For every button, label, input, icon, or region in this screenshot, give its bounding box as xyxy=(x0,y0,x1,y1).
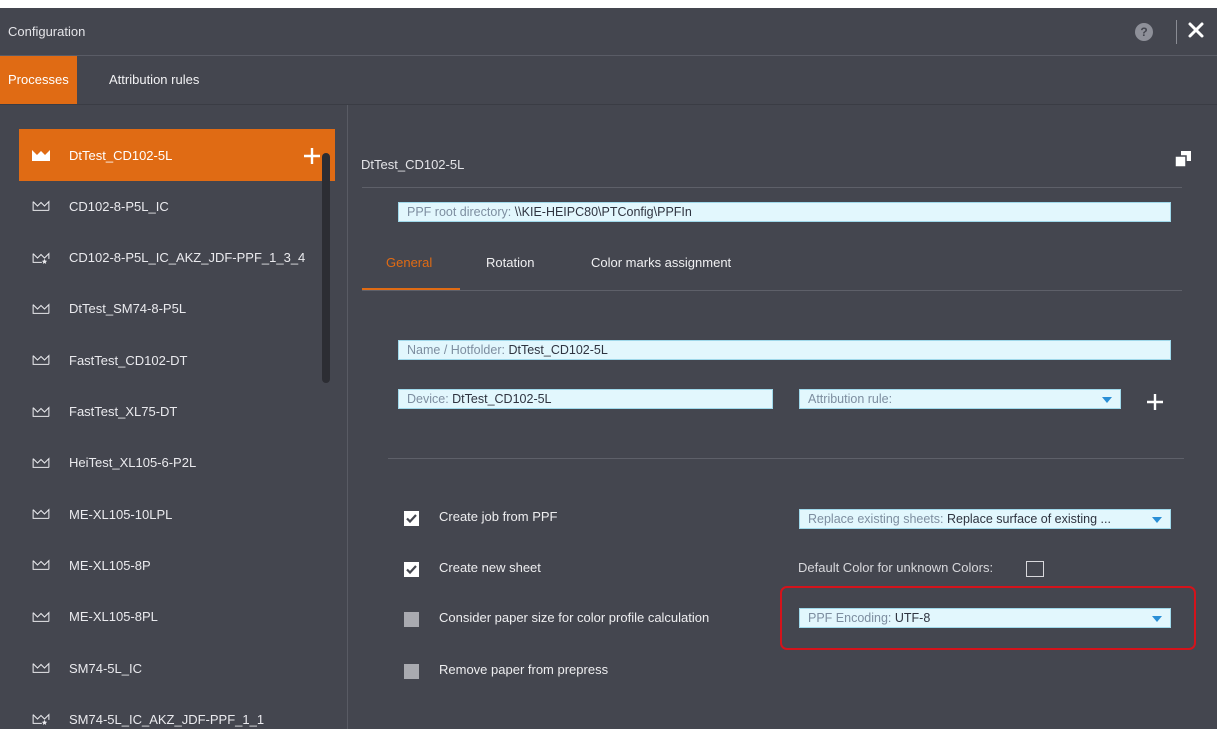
tab-processes[interactable]: Processes xyxy=(0,56,77,104)
replace-existing-sheets-select[interactable]: Replace existing sheets: Replace surface… xyxy=(799,509,1171,529)
process-item[interactable]: DtTest_SM74-8-P5L xyxy=(19,283,335,335)
crown-outline-icon xyxy=(32,303,50,314)
process-label: CD102-8-P5L_IC xyxy=(69,198,169,214)
check-icon xyxy=(406,514,417,524)
default-color-label: Default Color for unknown Colors: xyxy=(798,560,994,575)
add-attribution-rule-icon[interactable] xyxy=(1145,392,1165,412)
tab-color-marks-assignment[interactable]: Color marks assignment xyxy=(591,255,731,279)
tab-attribution-rules[interactable]: Attribution rules xyxy=(101,56,207,104)
process-label: ME-XL105-8P xyxy=(69,557,151,573)
configuration-window: Configuration ? Processes Attribution ru… xyxy=(0,8,1217,729)
process-label: FastTest_XL75-DT xyxy=(69,404,178,419)
process-title: DtTest_CD102-5L xyxy=(361,157,465,172)
process-item-dttest-cd102-5l[interactable]: DtTest_CD102-5L xyxy=(19,129,335,181)
process-item[interactable]: ME-XL105-8P xyxy=(19,539,335,591)
name-hotfolder-field[interactable]: Name / Hotfolder: DtTest_CD102-5L xyxy=(398,340,1171,360)
crown-star-icon xyxy=(32,251,50,264)
process-item[interactable]: CD102-8-P5L_IC xyxy=(19,180,335,232)
process-label: ME-XL105-10LPL xyxy=(69,506,173,522)
crown-outline-icon xyxy=(32,405,50,417)
ppf-root-directory-field[interactable]: PPF root directory: \\KIE-HEIPC80\PTConf… xyxy=(398,202,1171,222)
create-job-from-ppf-checkbox[interactable] xyxy=(404,511,419,526)
process-label: CD102-8-P5L_IC_AKZ_JDF-PPF_1_3_4 xyxy=(69,250,306,266)
crown-outline-icon xyxy=(32,354,50,366)
remove-paper-from-prepress-checkbox[interactable] xyxy=(404,664,419,679)
highlight-box xyxy=(780,586,1196,650)
divider xyxy=(362,187,1182,188)
title-bar: Configuration ? xyxy=(0,8,1217,56)
process-list: DtTest_CD102-5L CD102-8-P5L_IC CD102-8-P5… xyxy=(0,105,348,729)
check-icon xyxy=(406,565,417,575)
crown-star-icon xyxy=(32,713,50,726)
crown-outline-icon xyxy=(32,611,50,622)
process-item[interactable]: ME-XL105-10LPL xyxy=(19,488,335,540)
crown-outline-icon xyxy=(32,662,50,673)
tab-general[interactable]: General xyxy=(386,255,432,279)
chevron-down-icon xyxy=(1102,397,1112,403)
duplicate-icon[interactable] xyxy=(1174,150,1192,168)
tab-divider xyxy=(362,290,1182,291)
process-item[interactable]: SM74-5L_IC_AKZ_JDF-PPF_1_1 xyxy=(19,693,335,745)
process-label: DtTest_SM74-8-P5L xyxy=(69,301,187,317)
process-label: FastTest_CD102-DT xyxy=(69,352,188,368)
device-field[interactable]: Device: DtTest_CD102-5L xyxy=(398,389,773,409)
process-item[interactable]: FastTest_XL75-DT xyxy=(19,386,335,438)
add-process-icon[interactable] xyxy=(302,146,322,166)
top-tab-bar: Processes Attribution rules xyxy=(0,56,1217,105)
crown-outline-icon xyxy=(32,508,50,519)
process-item[interactable]: CD102-8-P5L_IC_AKZ_JDF-PPF_1_3_4 xyxy=(19,232,335,284)
process-item[interactable]: FastTest_CD102-DT xyxy=(19,334,335,386)
remove-paper-from-prepress-label: Remove paper from prepress xyxy=(439,662,609,677)
process-list-scrollbar[interactable] xyxy=(322,153,330,383)
consider-paper-size-checkbox[interactable] xyxy=(404,612,419,627)
process-label: DtTest_CD102-5L xyxy=(69,147,173,163)
process-item[interactable]: ME-XL105-8PL xyxy=(19,591,335,643)
consider-paper-size-label: Consider paper size for color profile ca… xyxy=(439,610,710,625)
process-item[interactable]: SM74-5L_IC xyxy=(19,642,335,694)
process-label: HeiTest_XL105-6-P2L xyxy=(69,455,197,471)
crown-icon xyxy=(32,150,50,161)
create-job-from-ppf-label: Create job from PPF xyxy=(439,509,558,524)
create-new-sheet-checkbox[interactable] xyxy=(404,562,419,577)
help-icon[interactable]: ? xyxy=(1135,23,1153,41)
close-icon[interactable] xyxy=(1185,19,1207,41)
process-detail-panel: DtTest_CD102-5L PPF root directory: \\KI… xyxy=(348,105,1217,729)
attribution-rule-select[interactable]: Attribution rule: xyxy=(799,389,1121,409)
tab-rotation[interactable]: Rotation xyxy=(486,255,534,279)
default-color-swatch[interactable] xyxy=(1026,561,1044,577)
process-label: SM74-5L_IC xyxy=(69,660,142,676)
chevron-down-icon xyxy=(1152,517,1162,523)
window-title: Configuration xyxy=(8,24,86,39)
crown-outline-icon xyxy=(32,559,50,571)
process-label: ME-XL105-8PL xyxy=(69,609,158,625)
crown-outline-icon xyxy=(32,200,50,212)
process-item[interactable]: HeiTest_XL105-6-P2L xyxy=(19,437,335,489)
crown-outline-icon xyxy=(32,457,50,468)
title-separator xyxy=(1176,20,1177,44)
process-label: SM74-5L_IC_AKZ_JDF-PPF_1_1 xyxy=(69,711,265,727)
create-new-sheet-label: Create new sheet xyxy=(439,560,541,575)
section-divider xyxy=(388,458,1184,459)
